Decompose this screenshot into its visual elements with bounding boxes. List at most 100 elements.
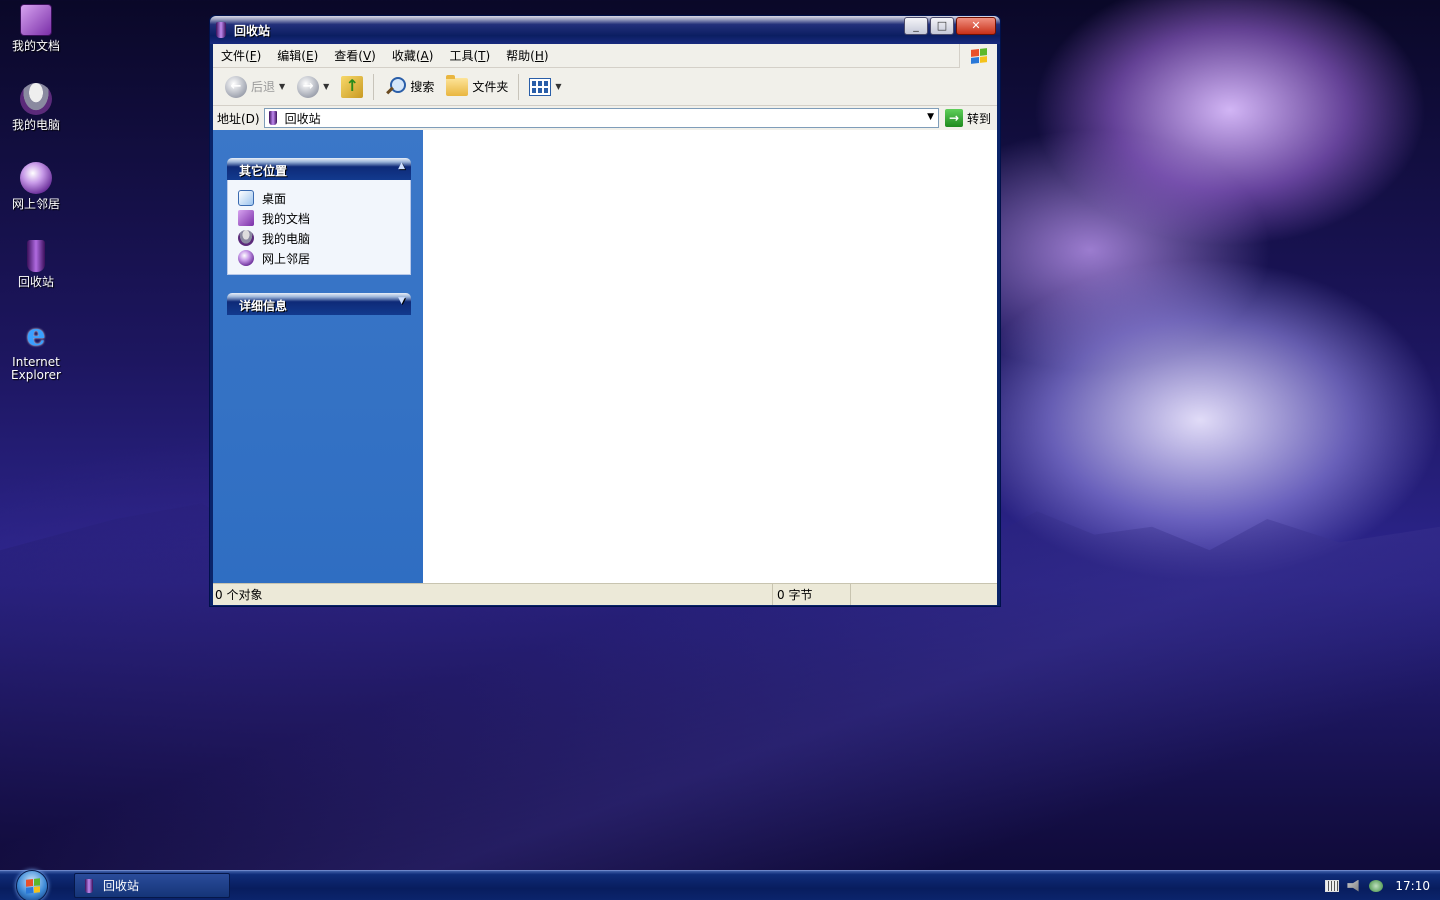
network-places-icon (238, 250, 254, 266)
my-computer-icon (20, 83, 52, 115)
chevron-down-icon[interactable]: ▼ (555, 82, 561, 91)
explorer-window[interactable]: 回收站 _ □ ✕ 文件(F) 编辑(E) 查看(V) 收藏(A) 工具(T) … (209, 15, 1001, 607)
details-panel: 详细信息 ▼ (227, 293, 411, 315)
desktop-icon-label: Internet Explorer (11, 355, 61, 382)
menu-label: 查看( (334, 49, 363, 63)
start-button[interactable] (16, 870, 48, 900)
window-titlebar[interactable]: 回收站 _ □ ✕ (210, 16, 1000, 44)
menu-accel: F (249, 49, 257, 63)
desktop-icon-label: 网上邻居 (11, 197, 60, 211)
menu-bar: 文件(F) 编辑(E) 查看(V) 收藏(A) 工具(T) 帮助(H) (213, 44, 997, 68)
menu-view[interactable]: 查看(V) (326, 47, 384, 64)
my-documents-icon (238, 210, 254, 226)
place-link-network-places[interactable]: 网上邻居 (238, 248, 400, 268)
menu-edit[interactable]: 编辑(E) (269, 47, 326, 64)
maximize-button[interactable]: □ (930, 17, 954, 35)
menu-label-end: ) (428, 49, 434, 63)
chevron-down-icon[interactable]: ▼ (398, 296, 405, 306)
panel-title: 详细信息 (239, 299, 288, 313)
details-header[interactable]: 详细信息 ▼ (227, 293, 411, 315)
other-places-panel: 其它位置 ▲ 桌面 我的文档 我的电脑 网上邻居 (227, 158, 411, 275)
menu-file[interactable]: 文件(F) (213, 47, 269, 64)
search-icon (384, 76, 407, 98)
address-input[interactable]: 回收站 ▼ (263, 108, 939, 128)
desktop-icon-label: 回收站 (17, 275, 54, 289)
menu-label-end: ) (256, 49, 262, 63)
place-link-desktop[interactable]: 桌面 (238, 188, 400, 208)
windows-flag-icon (26, 878, 40, 894)
desktop-icon-recycle-bin[interactable]: 回收站 (0, 240, 72, 289)
taskbar-item-recycle-bin[interactable]: 回收站 (74, 873, 230, 898)
window-title: 回收站 (234, 23, 271, 38)
search-label: 搜索 (410, 80, 435, 94)
place-label: 我的电脑 (262, 231, 311, 246)
folder-icon (446, 74, 469, 96)
toolbar-divider (373, 73, 375, 100)
menu-label-end: ) (543, 49, 549, 63)
desktop-icon-my-documents[interactable]: 我的文档 (0, 4, 72, 53)
menu-favorites[interactable]: 收藏(A) (384, 47, 442, 64)
desktop-icon-internet-explorer[interactable]: e Internet Explorer (0, 320, 72, 382)
system-tray: 17:10 (1320, 871, 1440, 900)
file-list-area[interactable] (423, 130, 997, 583)
address-label: 地址(D) (217, 111, 260, 126)
search-button[interactable]: 搜索 (378, 72, 440, 102)
place-label: 桌面 (262, 191, 287, 206)
recycle-bin-icon (85, 878, 93, 893)
menu-help[interactable]: 帮助(H) (498, 47, 556, 64)
chevron-down-icon[interactable]: ▼ (323, 82, 329, 91)
internet-explorer-icon: e (26, 318, 46, 353)
network-places-icon (20, 162, 52, 194)
minimize-button[interactable]: _ (904, 17, 928, 35)
address-bar: 地址(D) 回收站 ▼ → 转到 (213, 106, 997, 130)
back-button[interactable]: ← 后退 ▼ (219, 72, 291, 102)
task-pane: 其它位置 ▲ 桌面 我的文档 我的电脑 网上邻居 详细信息 ▼ (213, 130, 423, 583)
keyboard-icon[interactable] (1325, 879, 1340, 892)
menu-accel: H (534, 49, 544, 63)
place-link-my-computer[interactable]: 我的电脑 (238, 228, 400, 248)
go-button[interactable]: → 转到 (939, 109, 997, 127)
recycle-bin-icon (268, 111, 277, 125)
my-computer-icon (238, 230, 254, 246)
place-label: 网上邻居 (262, 251, 311, 266)
menu-label-end: ) (313, 49, 319, 63)
views-button[interactable]: ▼ (523, 72, 567, 102)
other-places-header[interactable]: 其它位置 ▲ (227, 158, 411, 180)
menu-accel: V (362, 49, 372, 63)
toolbar-divider (518, 73, 520, 100)
chevron-up-icon[interactable]: ▲ (398, 161, 405, 171)
windows-flag-icon (970, 48, 987, 64)
status-bar: 0 个对象 0 字节 (213, 583, 997, 605)
forward-button[interactable]: → ▼ (291, 72, 335, 102)
desktop-icon-network-places[interactable]: 网上邻居 (0, 162, 72, 211)
my-documents-icon (20, 4, 52, 36)
taskbar: 回收站 17:10 (0, 870, 1440, 900)
menu-label-end: ) (485, 49, 491, 63)
views-grid-icon (529, 77, 552, 96)
status-zone (851, 584, 997, 605)
menu-tools[interactable]: 工具(T) (441, 47, 498, 64)
network-icon[interactable] (1369, 879, 1384, 892)
chevron-down-icon[interactable]: ▼ (279, 82, 285, 91)
chevron-down-icon[interactable]: ▼ (927, 112, 934, 122)
menu-accel: A (420, 49, 429, 63)
place-link-my-documents[interactable]: 我的文档 (238, 208, 400, 228)
back-label: 后退 (251, 80, 276, 94)
other-places-list: 桌面 我的文档 我的电脑 网上邻居 (227, 180, 411, 275)
go-label: 转到 (966, 111, 991, 126)
folder-up-icon: ↑ (341, 75, 364, 98)
volume-icon[interactable] (1347, 879, 1359, 892)
desktop-icon-my-computer[interactable]: 我的电脑 (0, 83, 72, 132)
taskbar-item-label: 回收站 (103, 879, 140, 893)
folders-button[interactable]: 文件夹 (440, 72, 514, 102)
up-folder-button[interactable]: ↑ (335, 72, 369, 102)
status-size: 0 字节 (773, 584, 851, 605)
windows-logo (959, 44, 997, 68)
go-arrow-icon: → (944, 109, 963, 127)
recycle-bin-icon (27, 240, 45, 272)
close-button[interactable]: ✕ (956, 17, 996, 35)
status-objects: 0 个对象 (213, 584, 773, 605)
menu-label: 帮助( (506, 49, 535, 63)
clock[interactable]: 17:10 (1395, 879, 1430, 893)
panel-title: 其它位置 (239, 164, 288, 178)
